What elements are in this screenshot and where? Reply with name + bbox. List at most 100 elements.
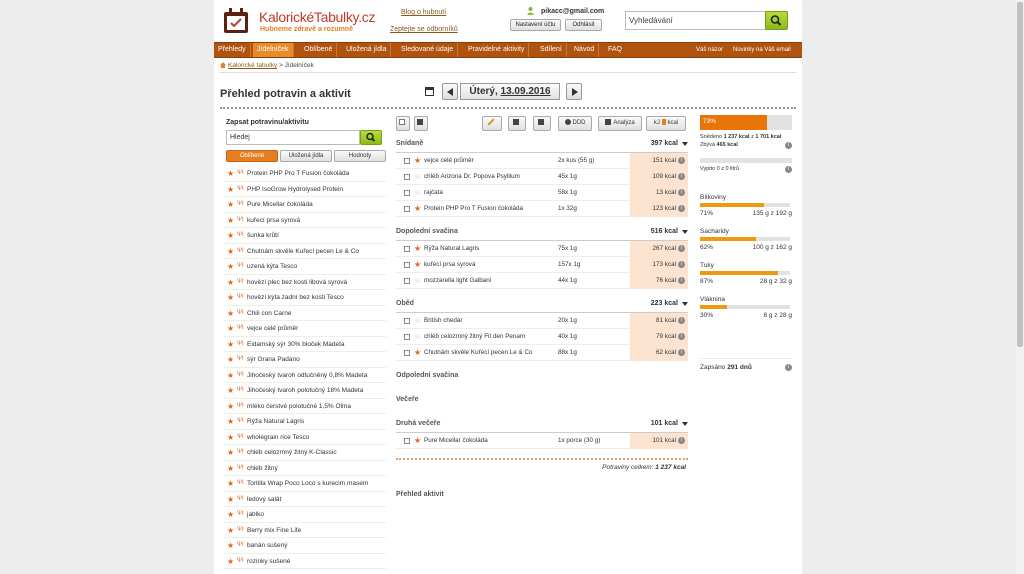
chevron-down-icon[interactable] <box>682 422 688 426</box>
breadcrumb-home[interactable]: Kalorické tabulky <box>228 62 277 69</box>
list-item[interactable]: ★ ΨΙ chléb celozrnný žitný K-Classic <box>224 445 386 461</box>
row-checkbox[interactable] <box>404 246 410 252</box>
star-icon[interactable]: ★ <box>227 445 234 460</box>
blog-link[interactable]: Blog o hubnutí <box>401 9 446 16</box>
nav-feedback[interactable]: Váš názor <box>692 43 727 57</box>
list-item[interactable]: ★ ΨΙ hovězí plec bez kosti libová syrová <box>224 275 386 290</box>
star-icon[interactable]: ★ <box>414 201 421 217</box>
star-icon[interactable]: ★ <box>227 383 234 398</box>
list-item[interactable]: ★ ΨΙ šunka krůtí <box>224 228 386 244</box>
star-icon[interactable]: ☆ <box>414 169 421 185</box>
star-icon[interactable]: ★ <box>227 507 234 522</box>
table-row[interactable]: ★ vejce celé průměr 2x kus (55 g) 151 kcal i <box>396 153 688 169</box>
star-icon[interactable]: ★ <box>227 244 234 259</box>
food-name[interactable]: rajčata <box>424 185 443 201</box>
star-icon[interactable]: ★ <box>227 306 234 321</box>
star-icon[interactable]: ★ <box>227 352 234 367</box>
food-name[interactable]: Protein PHP Pro T Fusion čokoláda <box>424 201 523 217</box>
star-icon[interactable]: ★ <box>227 213 234 228</box>
star-icon[interactable]: ★ <box>227 554 234 569</box>
tab-oblibene[interactable]: Oblíbené <box>226 150 278 162</box>
food-name[interactable]: chléb celozrnný žitný Fit den Penam <box>424 329 525 345</box>
food-name[interactable]: British chedar <box>424 313 463 329</box>
info-icon[interactable]: i <box>785 364 792 371</box>
star-icon[interactable]: ★ <box>227 492 234 507</box>
ddd-button[interactable]: DDD <box>558 116 592 131</box>
star-icon[interactable]: ★ <box>227 368 234 383</box>
star-icon[interactable]: ★ <box>227 476 234 491</box>
list-item[interactable]: ★ ΨΙ PHP IsoGrow Hydrolysed Protein <box>224 182 386 197</box>
list-item[interactable]: ★ ΨΙ mléko čerstvé polotučné 1,5% Olma <box>224 399 386 414</box>
info-icon[interactable]: i <box>678 333 685 340</box>
nav-prehledy[interactable]: Přehledy <box>214 43 251 57</box>
info-icon[interactable]: i <box>678 189 685 196</box>
list-item[interactable]: ★ ΨΙ uzená kýta Tesco <box>224 259 386 275</box>
star-icon[interactable]: ★ <box>227 228 234 243</box>
row-checkbox[interactable] <box>404 158 410 164</box>
star-icon[interactable]: ★ <box>414 241 421 257</box>
table-row[interactable]: ★ Pure Micellar čokoláda 1x porce (30 g) 10… <box>396 433 688 449</box>
star-icon[interactable]: ★ <box>227 414 234 429</box>
list-item[interactable]: ★ ΨΙ kuřecí prsa syrová <box>224 213 386 228</box>
nav-navod[interactable]: Návod <box>570 43 600 57</box>
food-name[interactable]: vejce celé průměr <box>424 153 474 169</box>
row-checkbox[interactable] <box>404 190 410 196</box>
search-button[interactable] <box>765 11 788 30</box>
star-icon[interactable]: ★ <box>227 321 234 336</box>
date-value[interactable]: 13.09.2016 <box>501 86 551 97</box>
tab-ulozena-jidla[interactable]: Uložená jídla <box>280 150 332 162</box>
row-checkbox[interactable] <box>404 206 410 212</box>
folder-button[interactable] <box>508 116 526 131</box>
star-icon[interactable]: ★ <box>227 259 234 274</box>
food-name[interactable]: chléb Arizona Dr. Popova Psyllium <box>424 169 520 185</box>
calendar-icon[interactable] <box>425 87 434 96</box>
list-item[interactable]: ★ ΨΙ hovězí kýta zadní bez kosti Tesco <box>224 290 386 306</box>
list-item[interactable]: ★ ΨΙ jablko <box>224 507 386 523</box>
delete-button[interactable] <box>414 116 428 131</box>
logout-button[interactable]: Odhlásit <box>565 19 602 31</box>
list-item[interactable]: ★ ΨΙ Jihočeský tvaroh odtučněný 0,8% Madet… <box>224 368 386 383</box>
chevron-down-icon[interactable] <box>682 302 688 306</box>
list-item[interactable]: ★ ΨΙ Chutnám skvěle Kuřecí pecen Le & Co <box>224 244 386 259</box>
info-icon[interactable]: i <box>678 261 685 268</box>
star-icon[interactable]: ☆ <box>414 329 421 345</box>
star-icon[interactable]: ☆ <box>414 185 421 201</box>
analysis-button[interactable]: Analýza <box>598 116 642 131</box>
info-icon[interactable]: i <box>678 317 685 324</box>
food-name[interactable]: Chutnám skvěle Kuřecí pecen Le & Co <box>424 345 533 361</box>
row-checkbox[interactable] <box>404 262 410 268</box>
star-icon[interactable]: ☆ <box>414 313 421 329</box>
star-icon[interactable]: ★ <box>227 182 234 197</box>
star-icon[interactable]: ★ <box>227 290 234 305</box>
select-all-checkbox[interactable] <box>396 116 410 131</box>
chevron-down-icon[interactable] <box>682 230 688 234</box>
nav-jidelnicek[interactable]: Jídelníček <box>253 43 294 57</box>
list-item[interactable]: ★ ΨΙ chléb žitný <box>224 461 386 476</box>
info-icon[interactable]: i <box>678 245 685 252</box>
info-icon[interactable]: i <box>678 205 685 212</box>
list-item[interactable]: ★ ΨΙ Protein PHP Pro T Fusion čokoláda <box>224 166 386 182</box>
nav-faq[interactable]: FAQ <box>604 43 626 57</box>
table-row[interactable]: ☆ chléb Arizona Dr. Popova Psyllium 45x 1g… <box>396 169 688 185</box>
chevron-down-icon[interactable] <box>682 142 688 146</box>
units-toggle[interactable]: kJ kcal <box>646 116 686 131</box>
star-icon[interactable]: ★ <box>414 433 421 449</box>
nav-ulozena-jidla[interactable]: Uložená jídla <box>342 43 392 57</box>
list-item[interactable]: ★ ΨΙ Rýža Natural Lagris <box>224 414 386 430</box>
nav-newsletter[interactable]: Novinky na Váš email <box>729 43 795 57</box>
star-icon[interactable]: ★ <box>227 461 234 476</box>
list-item[interactable]: ★ ΨΙ ledový salát <box>224 492 386 507</box>
star-icon[interactable]: ★ <box>227 538 234 553</box>
info-icon[interactable]: i <box>678 437 685 444</box>
food-search-button[interactable] <box>360 130 382 145</box>
row-checkbox[interactable] <box>404 174 410 180</box>
star-icon[interactable]: ☆ <box>414 273 421 289</box>
nav-oblibene[interactable]: Oblíbené <box>300 43 338 57</box>
nav-sledovane-udaje[interactable]: Sledované údaje <box>397 43 459 57</box>
star-icon[interactable]: ★ <box>227 275 234 290</box>
row-checkbox[interactable] <box>404 438 410 444</box>
row-checkbox[interactable] <box>404 334 410 340</box>
row-checkbox[interactable] <box>404 278 410 284</box>
search-input[interactable]: Vyhledávání <box>625 11 766 30</box>
list-item[interactable]: ★ ΨΙ vejce celé průměr <box>224 321 386 337</box>
